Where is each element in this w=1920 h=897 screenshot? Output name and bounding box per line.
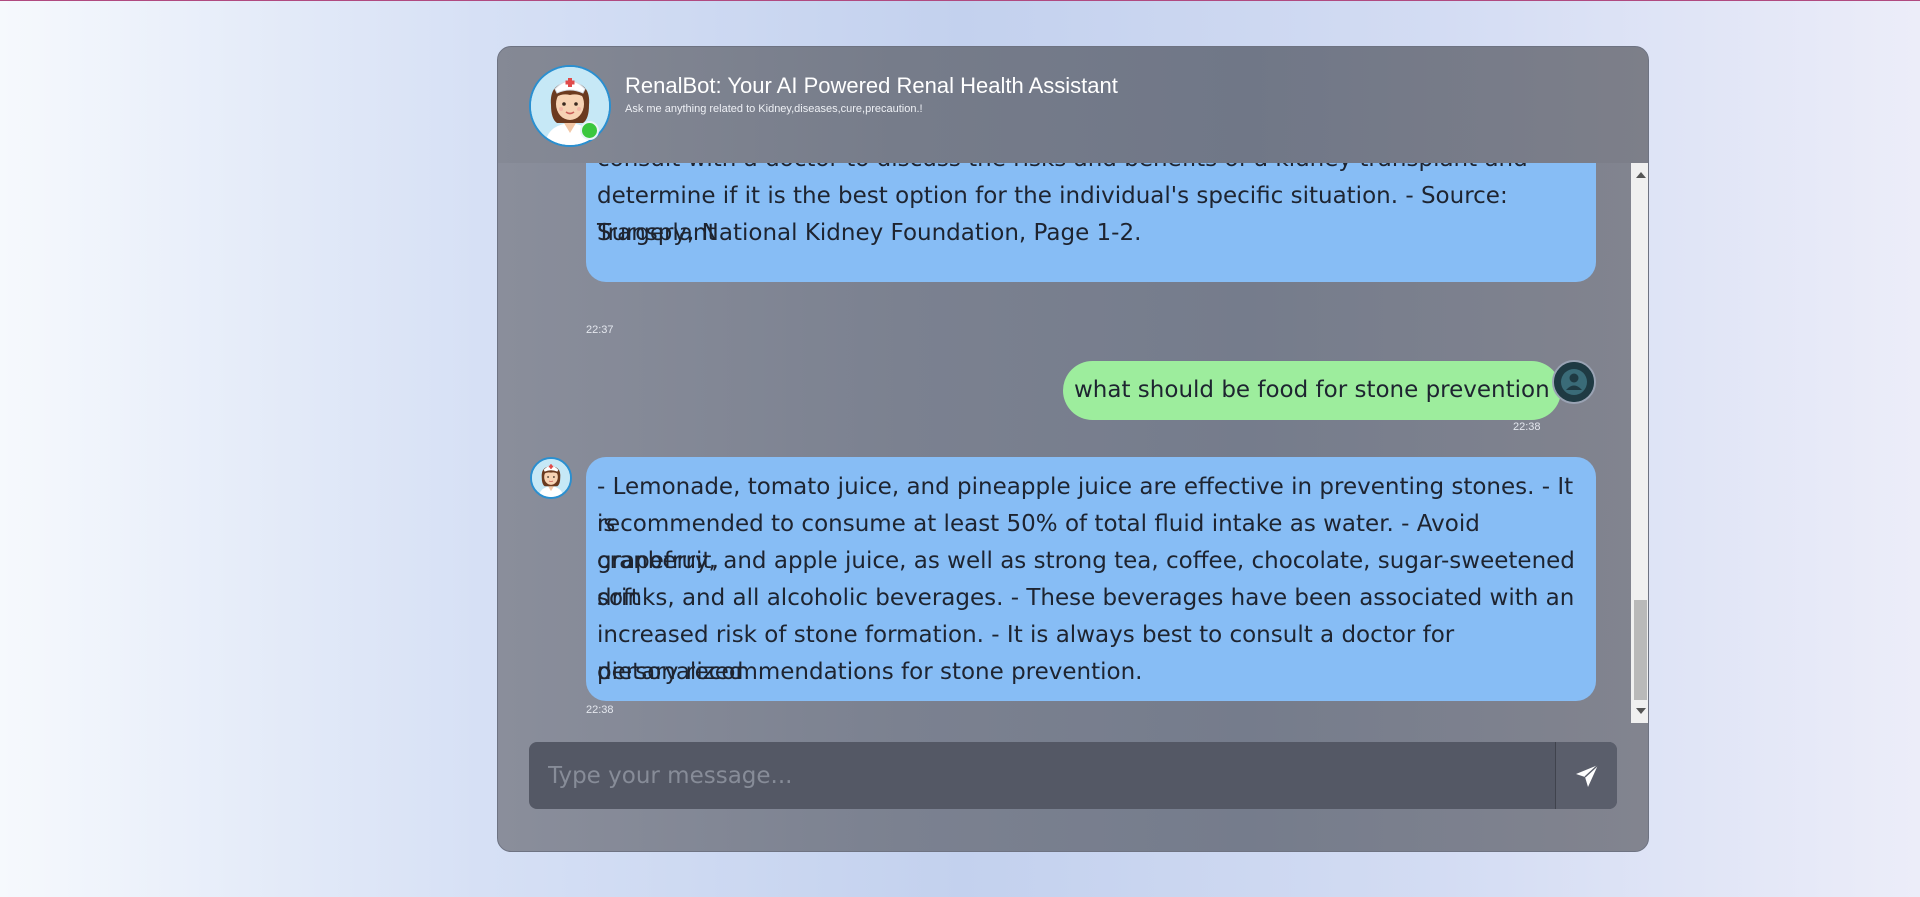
user-message-bubble: what should be food for stone prevention <box>1063 361 1561 420</box>
top-border-line <box>0 0 1920 1</box>
message-timestamp: 22:38 <box>1513 421 1541 433</box>
chat-title: RenalBot: Your AI Powered Renal Health A… <box>625 73 1118 98</box>
message-timestamp: 22:37 <box>586 324 614 336</box>
message-text: what should be food for stone prevention <box>1074 377 1550 403</box>
nurse-avatar-icon <box>530 457 572 499</box>
bot-message-bubble: consult with a doctor to discuss the ris… <box>586 163 1596 282</box>
bot-message-bubble: - Lemonade, tomato juice, and pineapple … <box>586 457 1596 701</box>
scrollbar-thumb[interactable] <box>1634 600 1647 700</box>
message-composer <box>529 742 1617 809</box>
message-input[interactable] <box>529 742 1555 809</box>
scroll-up-arrow-icon[interactable] <box>1636 172 1646 178</box>
user-avatar-icon <box>1552 360 1596 404</box>
chat-window: RenalBot: Your AI Powered Renal Health A… <box>497 46 1649 852</box>
nurse-avatar-icon <box>529 65 611 147</box>
online-status-dot <box>580 121 599 140</box>
message-list-scrollbar[interactable] <box>1631 163 1648 723</box>
message-line: dietary recommendations for stone preven… <box>597 659 1143 685</box>
paper-plane-icon <box>1576 764 1599 787</box>
send-button[interactable] <box>1555 742 1617 809</box>
message-list[interactable]: consult with a doctor to discuss the ris… <box>498 163 1631 723</box>
chat-subtitle: Ask me anything related to Kidney,diseas… <box>625 103 923 115</box>
message-timestamp: 22:38 <box>586 704 614 716</box>
message-line: drinks, and all alcoholic beverages. - T… <box>597 585 1575 611</box>
message-line: Surgery, National Kidney Foundation, Pag… <box>597 220 1142 246</box>
scroll-down-arrow-icon[interactable] <box>1636 708 1646 714</box>
message-line: consult with a doctor to discuss the ris… <box>597 163 1528 178</box>
chat-header: RenalBot: Your AI Powered Renal Health A… <box>498 47 1648 163</box>
